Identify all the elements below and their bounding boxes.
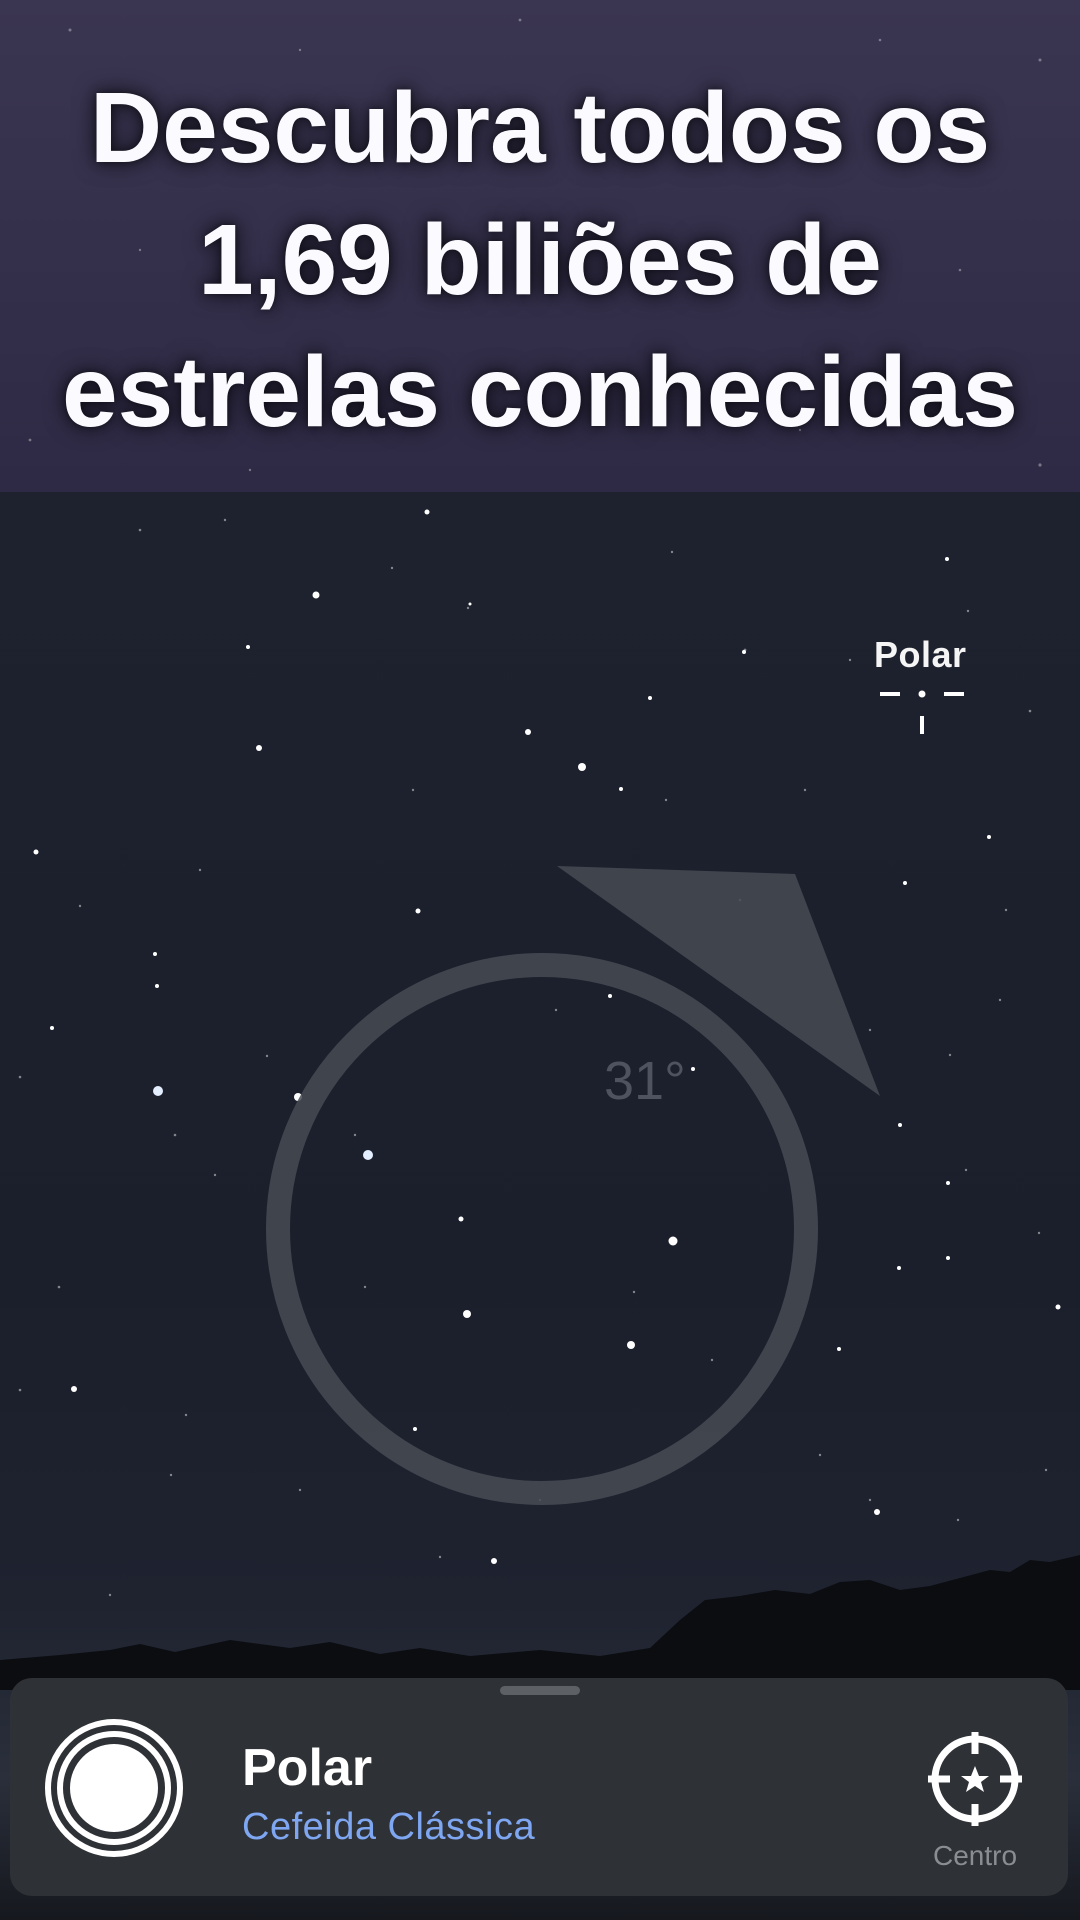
horizon-silhouette [0,1555,1080,1690]
object-info-sheet[interactable]: Polar Cefeida Clássica Centro [10,1678,1068,1896]
star-rings-icon [45,1719,183,1857]
star [898,1123,902,1127]
star [415,908,421,914]
star [837,1347,841,1351]
object-name: Polar [242,1739,373,1797]
star [648,696,652,700]
star [946,1256,950,1260]
star [945,557,949,561]
star [897,1266,901,1270]
star [153,952,157,956]
faint-stars [18,518,1048,1597]
star [33,849,39,855]
crosshair-star-icon [928,1732,1022,1826]
sky-overlay [0,509,1080,1690]
star [668,1236,678,1246]
center-button[interactable]: Centro [920,1732,1030,1882]
star [413,1427,417,1431]
star [71,1386,77,1392]
target-reticle-icon[interactable] [880,690,964,735]
object-type: Cefeida Clássica [242,1806,536,1848]
star [312,591,320,599]
selected-star-label[interactable]: Polar [874,634,967,676]
sheet-drag-handle[interactable] [500,1686,580,1695]
star [608,994,612,998]
star [903,881,907,885]
star [363,1150,373,1160]
star [525,729,531,735]
star [1055,1304,1061,1310]
star [987,835,991,839]
star [463,1310,471,1318]
star [458,1216,464,1222]
angle-readout: 31° [604,1051,686,1111]
star [246,645,250,649]
star [874,1509,880,1515]
star [50,1026,54,1030]
star [468,602,472,606]
star [424,509,430,515]
star [691,1067,695,1071]
star [619,787,623,791]
star [578,763,586,771]
star [153,1086,163,1096]
star [155,984,159,988]
angle-circle [266,953,818,1505]
star [946,1181,950,1185]
center-label: Centro [932,1840,1018,1871]
star [491,1558,497,1564]
star [256,745,262,751]
star [627,1341,635,1349]
